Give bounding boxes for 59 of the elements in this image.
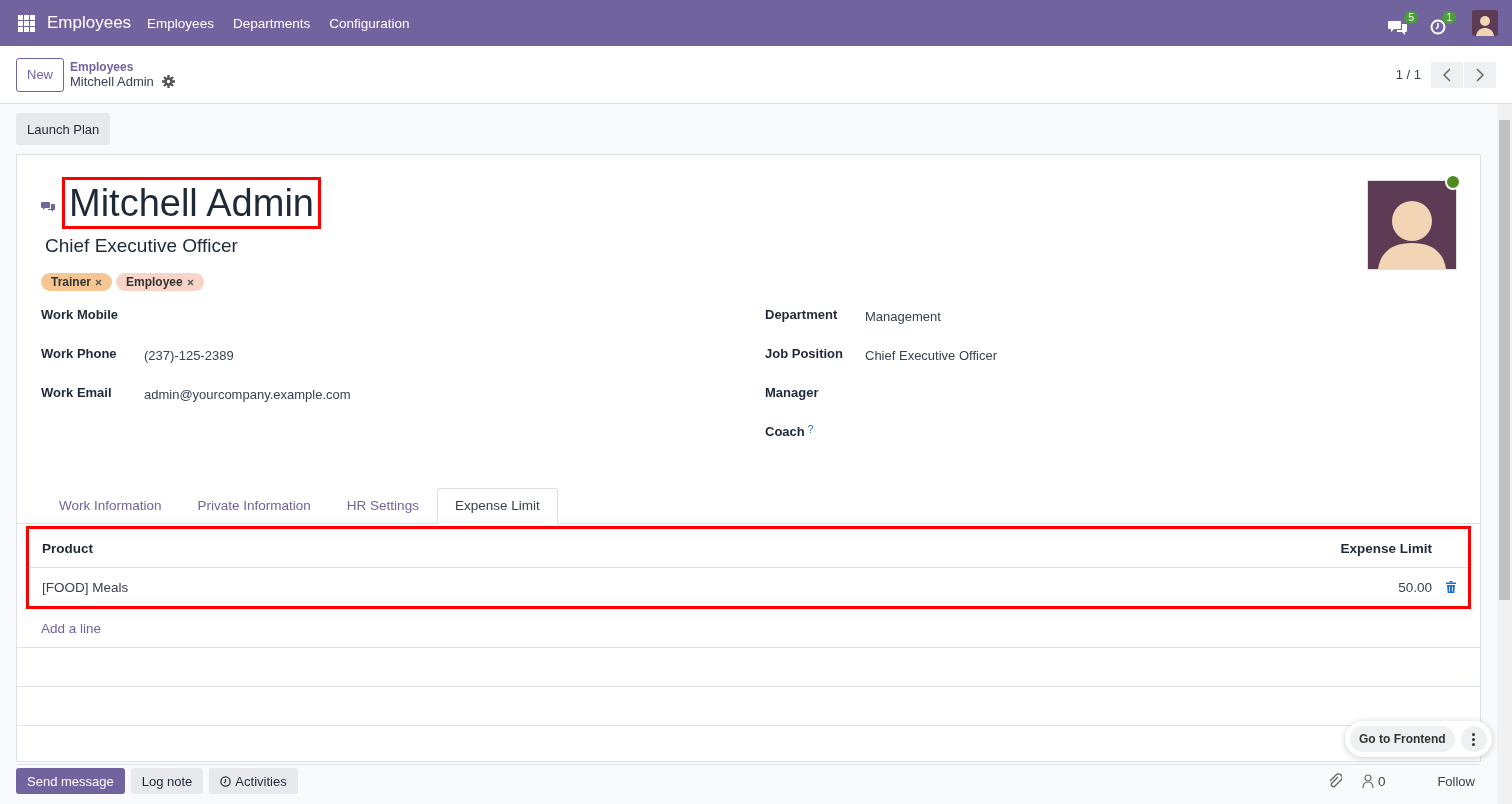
chat-icon (1388, 19, 1408, 35)
log-note-button[interactable]: Log note (130, 768, 204, 794)
field-label: Department (765, 307, 838, 322)
chevron-right-icon (1476, 67, 1484, 82)
breadcrumb-link[interactable]: Employees (70, 60, 175, 74)
follow-button[interactable]: Follow (1431, 772, 1481, 790)
field-label: Manager (765, 385, 819, 400)
new-button[interactable]: New (16, 57, 64, 92)
field-value[interactable]: admin@yourcompany.example.com (144, 385, 351, 402)
chat-bubbles-icon[interactable] (41, 200, 55, 212)
tab[interactable]: HR Settings (328, 488, 437, 524)
column-header[interactable]: Product (42, 540, 1341, 556)
table-cell[interactable]: 50.00 (1398, 579, 1432, 595)
tag[interactable]: Trainer (41, 273, 113, 291)
paperclip-icon[interactable] (1327, 773, 1342, 789)
menu-item[interactable]: Configuration (329, 15, 410, 31)
breadcrumb-current: Mitchell Admin (70, 74, 154, 89)
clock-icon (1430, 19, 1446, 35)
menu-item[interactable]: Departments (232, 15, 311, 31)
field-label: Job Position (765, 346, 843, 361)
chevron-left-icon (1443, 67, 1451, 82)
field-label: Work Mobile (41, 307, 119, 322)
count-badge: 5 (1404, 11, 1418, 24)
tag[interactable]: Employee (116, 273, 204, 291)
go-to-frontend-button[interactable]: Go to Frontend (1350, 726, 1455, 752)
launch-plan-button[interactable]: Launch Plan (16, 113, 111, 145)
add-line-link[interactable]: Add a line (41, 620, 102, 636)
field-label: Work Email (41, 385, 112, 400)
app-name[interactable]: Employees (47, 13, 132, 33)
field-value[interactable]: Chief Executive Officer (865, 346, 997, 363)
count-badge: 1 (1442, 11, 1456, 24)
app-grid-icon[interactable] (18, 14, 35, 32)
clock-icon (220, 775, 232, 787)
employee-name: Mitchell Admin (69, 181, 314, 226)
field-label: Work Phone (41, 346, 117, 361)
remove-icon[interactable] (95, 278, 103, 286)
activities-button[interactable]: Activities (209, 768, 298, 794)
send-message-button[interactable]: Send message (16, 768, 125, 794)
remove-icon[interactable] (186, 278, 194, 286)
vertical-dots-icon (1472, 732, 1476, 746)
table-cell[interactable]: [FOOD] Meals (42, 579, 1399, 595)
trash-icon[interactable] (1446, 581, 1456, 593)
tab[interactable]: Work Information (41, 488, 180, 524)
scrollbar[interactable] (1497, 104, 1512, 804)
column-header[interactable]: Expense Limit (1340, 540, 1432, 556)
pager-value: 1 / 1 (1395, 67, 1421, 82)
help-tooltip[interactable]: ? (807, 424, 814, 439)
job-title: Chief Executive Officer (45, 235, 239, 257)
field-value[interactable]: (237)-125-2389 (144, 346, 234, 363)
tab[interactable]: Private Information (179, 488, 329, 524)
followers-button[interactable]: 0 (1361, 773, 1386, 789)
person-icon (1361, 774, 1374, 788)
field-label: Coach (765, 424, 805, 439)
field-value[interactable]: Management (865, 307, 941, 324)
menu-item[interactable]: Employees (147, 15, 214, 31)
settings-icon[interactable] (161, 75, 175, 88)
more-options-button[interactable] (1460, 726, 1487, 752)
tab[interactable]: Expense Limit (436, 488, 558, 524)
user-avatar[interactable] (1472, 10, 1498, 36)
